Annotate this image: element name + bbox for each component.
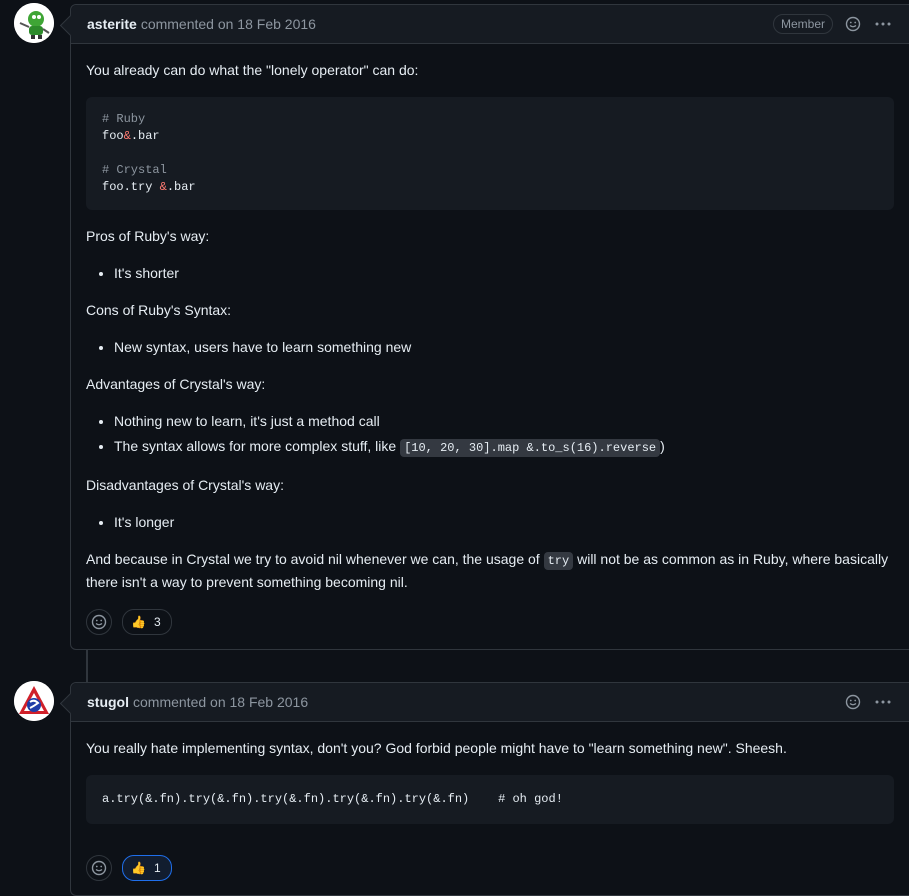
kebab-menu-icon[interactable] [873,14,893,34]
member-badge: Member [772,14,833,34]
avatar-stugol[interactable] [14,681,54,721]
timeline-connector [86,650,88,684]
paragraph-text: And because in Crystal we try to avoid n… [86,551,544,567]
code-block: # Ruby foo&.bar # Crystal foo.try &.bar [86,97,894,210]
comment-body: You really hate implementing syntax, don… [71,722,909,895]
cons-heading: Cons of Ruby's Syntax: [86,302,232,318]
thumbs-up-reaction-button[interactable]: 👍 3 [122,609,172,635]
code-text: a.try(&.fn).try(&.fn).try(&.fn).try(&.fn… [102,792,499,806]
comment-paragraph: And because in Crystal we try to avoid n… [86,549,894,593]
comment-body: You already can do what the "lonely oper… [71,44,909,649]
list-item: It's shorter [114,263,894,284]
code-ampersand: & [159,180,167,194]
list-item-text: ) [660,438,665,454]
code-block: a.try(&.fn).try(&.fn).try(&.fn).try(&.fn… [86,775,894,824]
avatar-asterite[interactable] [14,3,54,43]
red-triangle-avatar-icon [14,681,54,721]
comment-timestamp[interactable]: commented on 18 Feb 2016 [133,694,308,710]
disadvantages-list: It's longer [86,512,894,533]
add-reaction-button[interactable] [86,609,112,635]
code-comment: # Ruby [102,112,146,126]
smiley-icon [91,614,107,630]
add-reaction-button[interactable] [86,855,112,881]
reaction-count: 3 [153,614,161,629]
comment-stugol: stugol commented on 18 Feb 2016 You real… [70,682,909,896]
pros-heading: Pros of Ruby's way: [86,228,210,244]
add-reaction-smiley-icon[interactable] [843,692,863,712]
comment-author[interactable]: stugol [87,694,129,710]
advantages-heading: Advantages of Crystal's way: [86,376,266,392]
comment-header: stugol commented on 18 Feb 2016 [71,683,909,722]
green-robot-avatar-icon [14,3,54,43]
comment-paragraph: You already can do what the "lonely oper… [86,62,419,78]
code-text: foo [102,129,124,143]
cons-list: New syntax, users have to learn somethin… [86,337,894,358]
smiley-icon [91,860,107,876]
code-text: .bar [130,129,160,143]
comment-author[interactable]: asterite [87,16,137,32]
list-item: New syntax, users have to learn somethin… [114,337,894,358]
code-text: foo.try [102,180,160,194]
code-comment: # Crystal [102,163,167,177]
reactions-bar: 👍 3 [86,609,894,649]
thumbs-up-reaction-button[interactable]: 👍 1 [122,855,172,881]
disadvantages-heading: Disadvantages of Crystal's way: [86,477,284,493]
inline-code: try [543,552,574,570]
inline-code: [10, 20, 30].map &.to_s(16).reverse [400,439,661,457]
comment-header: asterite commented on 18 Feb 2016 Member [71,5,909,44]
list-item-text: The syntax allows for more complex stuff… [114,438,401,454]
reaction-count: 1 [153,860,161,875]
comment-paragraph: You really hate implementing syntax, don… [86,740,787,756]
list-item: Nothing new to learn, it's just a method… [114,411,894,432]
list-item: It's longer [114,512,894,533]
code-ampersand: & [123,129,131,143]
add-reaction-smiley-icon[interactable] [843,14,863,34]
code-comment: # oh god! [498,792,563,806]
list-item: The syntax allows for more complex stuff… [114,436,894,459]
advantages-list: Nothing new to learn, it's just a method… [86,411,894,459]
pros-list: It's shorter [86,263,894,284]
comment-asterite: asterite commented on 18 Feb 2016 Member… [70,4,909,650]
comment-timestamp[interactable]: commented on 18 Feb 2016 [141,16,316,32]
code-text: .bar [166,180,196,194]
kebab-menu-icon[interactable] [873,692,893,712]
reactions-bar: 👍 1 [86,840,894,895]
thumbs-up-icon: 👍 [131,614,146,629]
thumbs-up-icon: 👍 [131,860,146,875]
